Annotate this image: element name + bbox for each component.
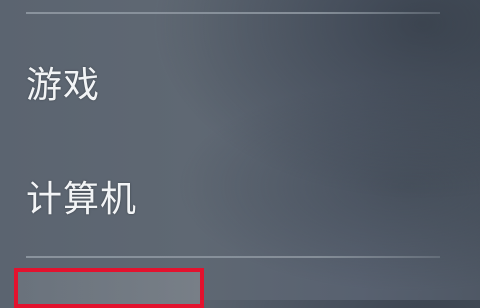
menu-divider-bottom xyxy=(26,256,440,258)
start-menu-right-pane: 游戏 计算机 xyxy=(0,0,480,308)
menu-divider-top xyxy=(26,12,440,14)
menu-item-computer[interactable]: 计算机 xyxy=(26,170,137,222)
highlighted-menu-item[interactable] xyxy=(14,268,204,308)
menu-item-games[interactable]: 游戏 xyxy=(26,56,100,108)
